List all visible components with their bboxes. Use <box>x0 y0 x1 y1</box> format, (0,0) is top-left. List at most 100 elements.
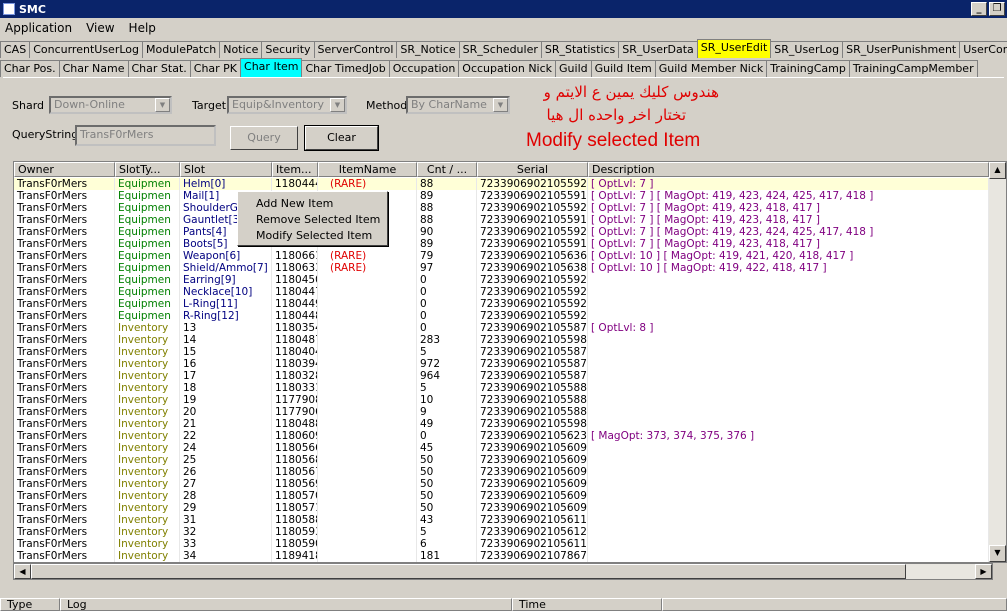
shard-select[interactable]: Down-Online ▼ <box>49 96 172 114</box>
tab-sr-scheduler[interactable]: SR_Scheduler <box>458 41 542 58</box>
scroll-down-icon[interactable]: ▼ <box>989 545 1006 562</box>
count-cell: 50 <box>417 490 477 502</box>
tab-cas[interactable]: CAS <box>0 41 31 58</box>
tab-trainingcampmember[interactable]: TrainingCampMember <box>848 60 978 77</box>
table-row[interactable]: TransF0rMers Equipmen L-Ring[11] 1180449 0 72… <box>14 298 989 310</box>
table-row[interactable]: TransF0rMers Inventory 33 1180590 6 723390690… <box>14 538 989 550</box>
table-row[interactable]: TransF0rMers Equipmen Weapon[6] 1180661 (RAR… <box>14 250 989 262</box>
table-row[interactable]: TransF0rMers Inventory 29 1180571 50 72339069… <box>14 502 989 514</box>
log-column[interactable]: Log <box>60 598 512 611</box>
tab-occupation-nick[interactable]: Occupation Nick <box>458 60 557 77</box>
tab-char-stat[interactable]: Char Stat. <box>127 60 191 77</box>
query-button[interactable]: Query <box>230 126 298 150</box>
horizontal-scrollbar[interactable]: ◀ ▶ <box>13 563 993 580</box>
menu-add-new-item[interactable]: Add New Item <box>238 196 387 212</box>
tab-security[interactable]: Security <box>261 41 315 58</box>
tab-sr-userpunishment[interactable]: SR_UserPunishment <box>842 41 961 58</box>
tab-char-name[interactable]: Char Name <box>58 60 129 77</box>
chevron-down-icon[interactable]: ▼ <box>493 98 508 112</box>
owner-cell: TransF0rMers <box>14 454 115 466</box>
clear-button[interactable]: Clear <box>304 125 379 151</box>
table-row[interactable]: TransF0rMers Equipmen Shield/Ammo[7] 118063… <box>14 262 989 274</box>
restore-button[interactable]: ❐ <box>989 2 1005 16</box>
tab-sr-userdata[interactable]: SR_UserData <box>618 41 698 58</box>
table-row[interactable]: TransF0rMers Inventory 16 1180394 972 7233906… <box>14 358 989 370</box>
tab-char-pos[interactable]: Char Pos. <box>0 60 60 77</box>
column-header[interactable]: ItemName <box>318 162 417 177</box>
table-row[interactable]: TransF0rMers Inventory 32 1180593 5 723390690… <box>14 526 989 538</box>
column-header[interactable]: Owner <box>14 162 115 177</box>
tab-sr-useredit[interactable]: SR_UserEdit <box>696 39 772 58</box>
menu-view[interactable]: View <box>86 21 114 35</box>
chevron-down-icon[interactable]: ▼ <box>155 98 170 112</box>
tab-char-item[interactable]: Char Item <box>240 58 303 77</box>
target-select[interactable]: Equip&Inventory ▼ <box>227 96 347 114</box>
table-row[interactable]: TransF0rMers Inventory 26 1180567 50 72339069… <box>14 466 989 478</box>
tab-guild[interactable]: Guild <box>555 60 592 77</box>
table-row[interactable]: TransF0rMers Inventory 28 1180570 50 72339069… <box>14 490 989 502</box>
tab-sr-notice[interactable]: SR_Notice <box>396 41 460 58</box>
table-row[interactable]: TransF0rMersEquipmenGauntlet[3]118044188… <box>14 214 989 226</box>
scroll-up-icon[interactable]: ▲ <box>989 162 1006 179</box>
table-row[interactable]: TransF0rMers Inventory 17 1180328 964 7233906… <box>14 370 989 382</box>
table-row[interactable]: TransF0rMersEquipmenPants[4]118044090723… <box>14 226 989 238</box>
table-row[interactable]: TransF0rMers Inventory 20 1177906 9 723390690… <box>14 406 989 418</box>
tab-concurrentuserlog[interactable]: ConcurrentUserLog <box>29 41 143 58</box>
table-row[interactable]: TransF0rMers Inventory 19 1177908 10 72339069… <box>14 394 989 406</box>
itemid-cell: 1180571 <box>272 502 318 514</box>
tab-servercontrol[interactable]: ServerControl <box>313 41 398 58</box>
scroll-left-icon[interactable]: ◀ <box>14 564 31 579</box>
table-row[interactable]: TransF0rMers Inventory 18 1180331 5 723390690… <box>14 382 989 394</box>
table-row[interactable]: TransF0rMers Equipmen Necklace[10] 1180447 0… <box>14 286 989 298</box>
column-header[interactable]: SlotTy... <box>115 162 180 177</box>
table-row[interactable]: TransF0rMers Inventory 31 1180588 43 72339069… <box>14 514 989 526</box>
count-cell: 964 <box>417 370 477 382</box>
slottype-cell: Inventory <box>115 490 180 502</box>
table-row[interactable]: TransF0rMers Inventory 27 1180569 50 72339069… <box>14 478 989 490</box>
type-column[interactable]: Type <box>0 598 60 611</box>
tab-guild-member-nick[interactable]: Guild Member Nick <box>654 60 768 77</box>
table-row[interactable]: TransF0rMers Inventory 15 1180404 5 723390690… <box>14 346 989 358</box>
menu-remove-selected-item[interactable]: Remove Selected Item <box>238 212 387 228</box>
column-header[interactable]: Serial <box>477 162 588 177</box>
time-column[interactable]: Time <box>512 598 662 611</box>
table-row[interactable]: TransF0rMers Inventory 24 1180566 45 72339069… <box>14 442 989 454</box>
itemname-cell <box>318 478 417 490</box>
column-header[interactable]: Item... <box>272 162 318 177</box>
menu-help[interactable]: Help <box>129 21 156 35</box>
column-header[interactable]: Slot <box>180 162 272 177</box>
table-row[interactable]: TransF0rMersEquipmenBoots[5]118043989723… <box>14 238 989 250</box>
tab-char-pk[interactable]: Char PK <box>189 60 242 77</box>
tab-trainingcamp[interactable]: TrainingCamp <box>766 60 850 77</box>
table-row[interactable]: TransF0rMersEquipmenShoulderGuard[2]1180… <box>14 202 989 214</box>
scroll-right-icon[interactable]: ▶ <box>975 564 992 579</box>
menu-modify-selected-item[interactable]: Modify Selected Item <box>238 228 387 244</box>
table-row[interactable]: TransF0rMers Inventory 21 1180488 49 72339069… <box>14 418 989 430</box>
chevron-down-icon[interactable]: ▼ <box>330 98 345 112</box>
vertical-scrollbar[interactable]: ▲ ▼ <box>989 162 1006 562</box>
tab-guild-item[interactable]: Guild Item <box>590 60 656 77</box>
table-row[interactable]: TransF0rMers Inventory 22 1180609 0 723390690… <box>14 430 989 442</box>
table-row[interactable]: TransF0rMers Inventory 25 1180568 50 72339069… <box>14 454 989 466</box>
tab-notice[interactable]: Notice <box>219 41 263 58</box>
method-select[interactable]: By CharName ▼ <box>406 96 510 114</box>
table-row[interactable]: TransF0rMers Inventory 34 1189418 181 7233906… <box>14 550 989 562</box>
querystring-input[interactable]: TransF0rMers <box>75 125 216 146</box>
table-row[interactable]: TransF0rMers Equipmen R-Ring[12] 1180448 0 72… <box>14 310 989 322</box>
tab-char-timedjob[interactable]: Char TimedJob <box>301 60 390 77</box>
menu-application[interactable]: Application <box>5 21 72 35</box>
table-row[interactable]: TransF0rMers Inventory 14 1180487 283 7233906… <box>14 334 989 346</box>
column-header[interactable]: Cnt / ... <box>417 162 477 177</box>
table-row[interactable]: TransF0rMersEquipmenMail[1]1180443897233… <box>14 190 989 202</box>
tab-sr-userlog[interactable]: SR_UserLog <box>770 41 844 58</box>
tab-modulepatch[interactable]: ModulePatch <box>142 41 221 58</box>
horizontal-scroll-thumb[interactable] <box>31 564 906 579</box>
tab-sr-statistics[interactable]: SR_Statistics <box>540 41 620 58</box>
table-row[interactable]: TransF0rMers Equipmen Earring[9] 1180450 0 72… <box>14 274 989 286</box>
tab-occupation[interactable]: Occupation <box>388 60 460 77</box>
table-row[interactable]: TransF0rMers Inventory 13 1180354 0 723390690… <box>14 322 989 334</box>
table-row[interactable]: TransF0rMers Equipmen Helm[0] 1180444 (RARE)… <box>14 178 989 190</box>
column-header[interactable]: Description <box>588 162 989 177</box>
minimize-button[interactable]: _ <box>971 2 987 16</box>
tab-usercontrol[interactable]: UserControl <box>959 41 1007 58</box>
